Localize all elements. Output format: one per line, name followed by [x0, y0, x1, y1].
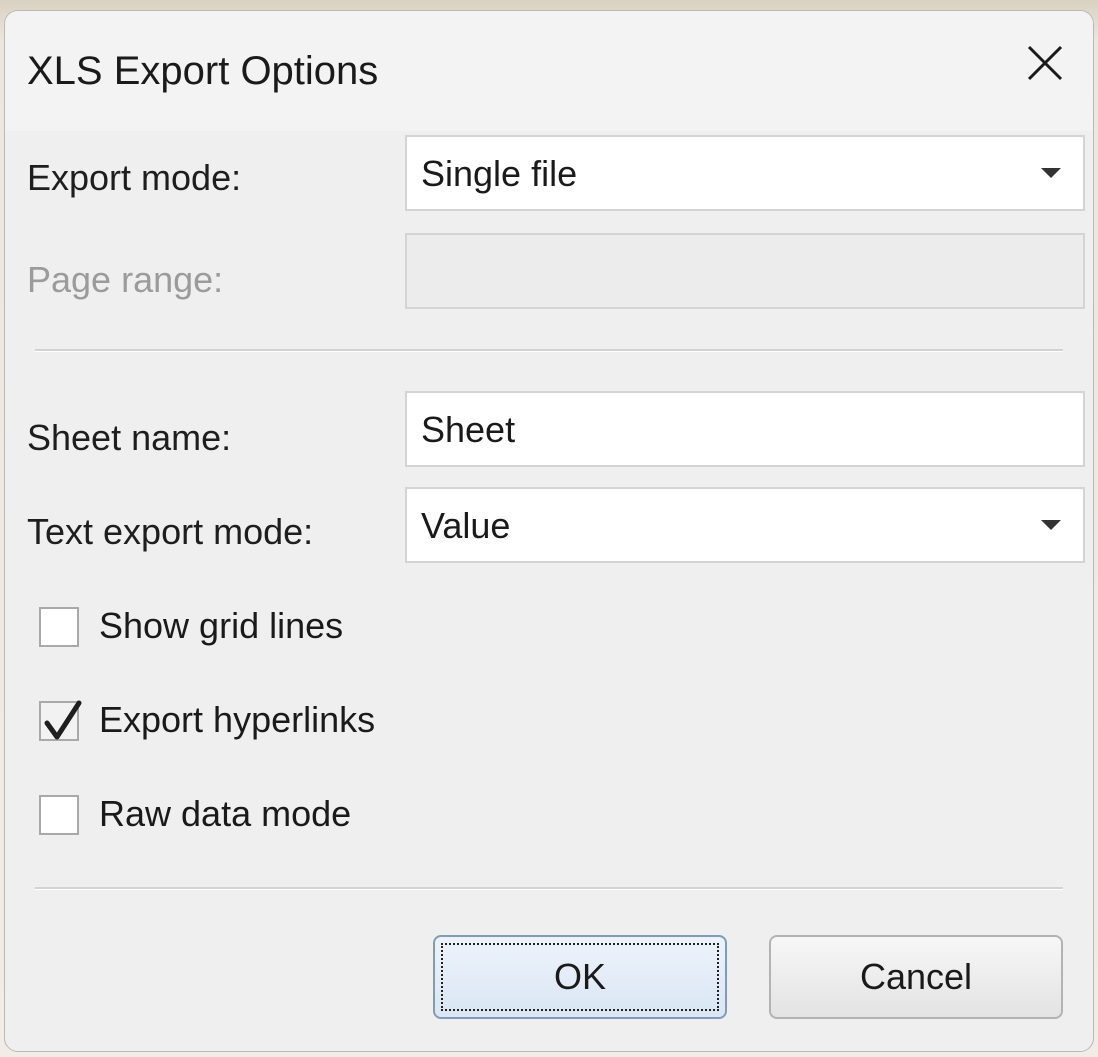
raw-data-mode-label: Raw data mode — [99, 793, 352, 834]
export-mode-value: Single file — [421, 153, 578, 194]
close-button[interactable] — [1013, 31, 1077, 95]
ok-button[interactable]: OK — [433, 935, 727, 1019]
export-hyperlinks-label: Export hyperlinks — [99, 699, 376, 740]
sheet-name-label: Sheet name: — [27, 417, 232, 458]
title-bar: XLS Export Options — [5, 11, 1093, 131]
export-hyperlinks-option[interactable]: Export hyperlinks — [39, 697, 459, 749]
chevron-down-icon — [1041, 520, 1061, 530]
text-export-mode-label: Text export mode: — [27, 511, 314, 552]
page-range-field — [405, 233, 1085, 309]
button-divider — [35, 887, 1063, 890]
section-divider — [35, 349, 1063, 352]
show-grid-lines-option[interactable]: Show grid lines — [39, 603, 439, 655]
text-export-mode-dropdown[interactable]: Value — [405, 487, 1085, 563]
page-range-label: Page range: — [27, 259, 224, 300]
chevron-down-icon — [1041, 168, 1061, 178]
show-grid-lines-checkbox[interactable] — [39, 607, 79, 647]
export-mode-label: Export mode: — [27, 157, 242, 198]
sheet-name-value: Sheet — [421, 409, 516, 450]
sheet-name-input[interactable]: Sheet — [405, 391, 1085, 467]
raw-data-mode-checkbox[interactable] — [39, 795, 79, 835]
cancel-button-label: Cancel — [859, 956, 973, 997]
cancel-button[interactable]: Cancel — [769, 935, 1063, 1019]
close-icon — [1027, 45, 1063, 81]
text-export-mode-value: Value — [421, 505, 511, 546]
raw-data-mode-option[interactable]: Raw data mode — [39, 791, 439, 843]
show-grid-lines-label: Show grid lines — [99, 605, 344, 646]
dialog-title: XLS Export Options — [27, 49, 379, 93]
ok-button-label: OK — [553, 956, 606, 997]
xls-export-options-dialog: XLS Export Options Export mode: Single f… — [4, 10, 1094, 1052]
export-mode-dropdown[interactable]: Single file — [405, 135, 1085, 211]
export-hyperlinks-checkbox[interactable] — [39, 700, 82, 741]
checkmark-icon — [44, 700, 82, 740]
